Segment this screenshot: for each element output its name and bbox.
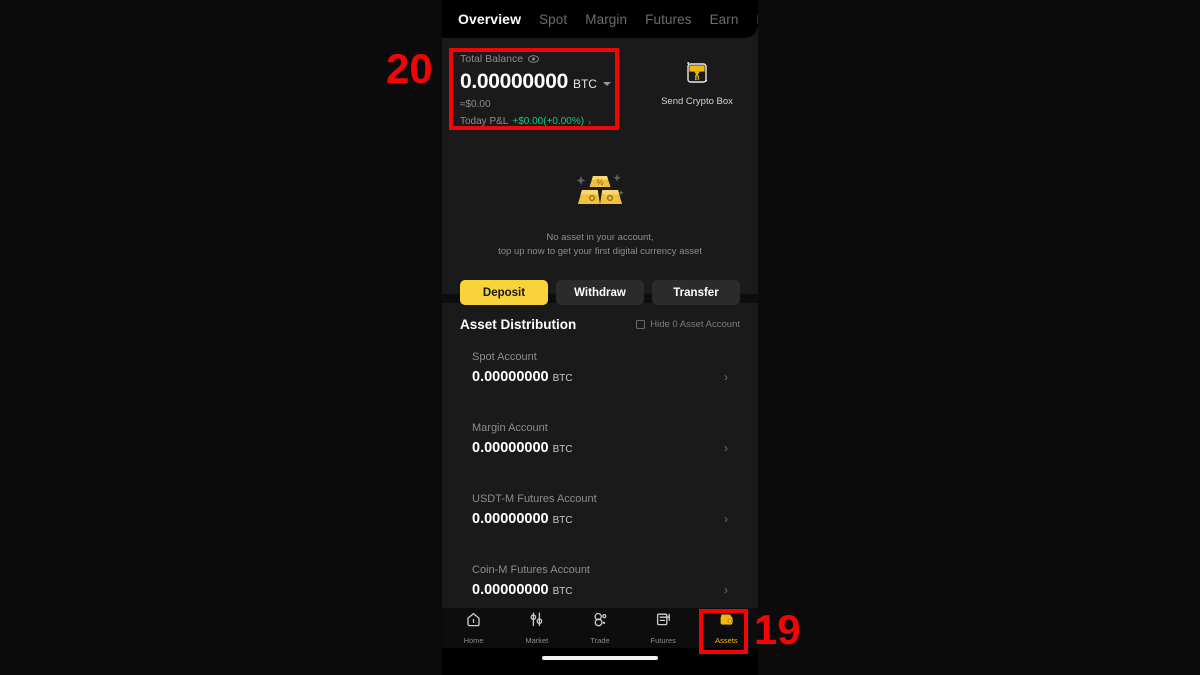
account-amount: 0.00000000 — [472, 369, 549, 385]
account-amount: 0.00000000 — [472, 582, 549, 598]
empty-state-line1: No asset in your account, — [546, 232, 654, 243]
svg-text:%: % — [596, 178, 603, 187]
today-pnl-row[interactable]: Today P&L +$0.00(+0.00%) › — [460, 116, 740, 127]
tab-follow[interactable]: Follow — [757, 12, 759, 27]
account-amount: 0.00000000 — [472, 511, 549, 527]
tab-earn[interactable]: Earn — [710, 12, 739, 27]
empty-state-text: No asset in your account, top up now to … — [498, 231, 702, 259]
chevron-right-icon: › — [724, 441, 728, 455]
nav-item-market[interactable]: Market — [505, 611, 568, 645]
home-indicator-area — [442, 648, 758, 675]
screenshot-stage: Overview Spot Margin Futures Earn Follow… — [0, 0, 1200, 675]
account-balance: 0.00000000 BTC — [472, 511, 740, 527]
bottom-navigation-bar: Home Market Trade Futures Assets — [442, 608, 758, 648]
nav-label: Trade — [590, 636, 610, 645]
tab-futures[interactable]: Futures — [645, 12, 691, 27]
eye-icon[interactable] — [528, 50, 539, 68]
crypto-box-icon: B — [684, 58, 710, 90]
send-crypto-box-label: Send Crypto Box — [661, 96, 733, 107]
chevron-down-icon[interactable] — [602, 82, 611, 86]
futures-chart-icon — [655, 611, 672, 633]
gold-bars-icon: % — [569, 168, 631, 221]
account-name: Spot Account — [472, 351, 537, 363]
account-name: Margin Account — [472, 422, 548, 434]
asset-distribution-title: Asset Distribution — [460, 317, 577, 332]
account-balance: 0.00000000 BTC — [472, 440, 740, 456]
annotation-number-19: 19 — [754, 606, 801, 653]
account-name: USDT-M Futures Account — [472, 493, 597, 505]
account-unit: BTC — [552, 373, 573, 384]
account-balance: 0.00000000 BTC — [472, 369, 740, 385]
chevron-right-icon: › — [724, 370, 728, 384]
nav-label: Assets — [715, 636, 738, 645]
nav-item-futures[interactable]: Futures — [632, 611, 695, 645]
annotation-number-20: 20 — [386, 45, 433, 92]
home-icon — [465, 611, 482, 633]
deposit-button[interactable]: Deposit — [460, 280, 548, 305]
total-balance-amount: 0.00000000 — [460, 70, 568, 93]
chevron-right-icon: › — [724, 583, 728, 597]
account-unit: BTC — [552, 444, 573, 455]
transfer-button[interactable]: Transfer — [652, 280, 740, 305]
phone-viewport: Overview Spot Margin Futures Earn Follow… — [442, 0, 758, 675]
nav-label: Home — [463, 636, 484, 645]
account-amount: 0.00000000 — [472, 440, 549, 456]
market-candles-icon — [528, 611, 545, 633]
asset-distribution-header: Asset Distribution Hide 0 Asset Account — [460, 317, 740, 332]
nav-label: Market — [525, 636, 549, 645]
send-crypto-box-button[interactable]: B Send Crypto Box — [654, 58, 740, 107]
action-button-row: Deposit Withdraw Transfer — [460, 280, 740, 305]
tab-spot[interactable]: Spot — [539, 12, 567, 27]
nav-label: Futures — [650, 636, 676, 645]
nav-item-home[interactable]: Home — [442, 611, 505, 645]
today-pnl-value: +$0.00(+0.00%) — [512, 116, 585, 127]
chevron-right-icon: › — [724, 512, 728, 526]
account-unit: BTC — [552, 515, 573, 526]
overview-card: Total Balance 0.00000000 BTC ≈$0.00 Toda… — [442, 38, 758, 305]
account-row-usdt-m-futures[interactable]: USDT-M Futures Account 0.00000000 BTC › — [460, 488, 740, 559]
checkbox-icon[interactable] — [636, 320, 646, 329]
today-pnl-label: Today P&L — [460, 116, 509, 127]
hide-zero-asset-toggle[interactable]: Hide 0 Asset Account — [636, 319, 740, 330]
trade-circles-icon — [592, 611, 609, 633]
account-row-spot[interactable]: Spot Account 0.00000000 BTC › — [460, 346, 740, 417]
svg-text:B: B — [694, 73, 699, 82]
account-name: Coin-M Futures Account — [472, 564, 590, 576]
account-row-margin[interactable]: Margin Account 0.00000000 BTC › — [460, 417, 740, 488]
withdraw-button[interactable]: Withdraw — [556, 280, 644, 305]
wallet-icon — [718, 611, 735, 633]
empty-state-line2: top up now to get your first digital cur… — [498, 245, 702, 257]
account-unit: BTC — [552, 586, 573, 597]
total-balance-unit: BTC — [572, 77, 597, 91]
tab-margin[interactable]: Margin — [585, 12, 627, 27]
home-indicator[interactable] — [542, 656, 658, 660]
nav-item-trade[interactable]: Trade — [568, 611, 631, 645]
nav-item-assets[interactable]: Assets — [695, 611, 758, 645]
top-tab-bar: Overview Spot Margin Futures Earn Follow — [442, 0, 758, 38]
hide-zero-asset-label: Hide 0 Asset Account — [650, 319, 740, 330]
asset-distribution-section: Asset Distribution Hide 0 Asset Account … — [442, 303, 758, 630]
account-balance: 0.00000000 BTC — [472, 582, 740, 598]
total-balance-label: Total Balance — [460, 53, 524, 65]
empty-state: % No asset in your account, top up now t… — [442, 168, 758, 259]
tab-overview[interactable]: Overview — [458, 11, 521, 27]
account-list: Spot Account 0.00000000 BTC › Margin Acc… — [460, 346, 740, 630]
chevron-right-icon: › — [588, 116, 592, 127]
